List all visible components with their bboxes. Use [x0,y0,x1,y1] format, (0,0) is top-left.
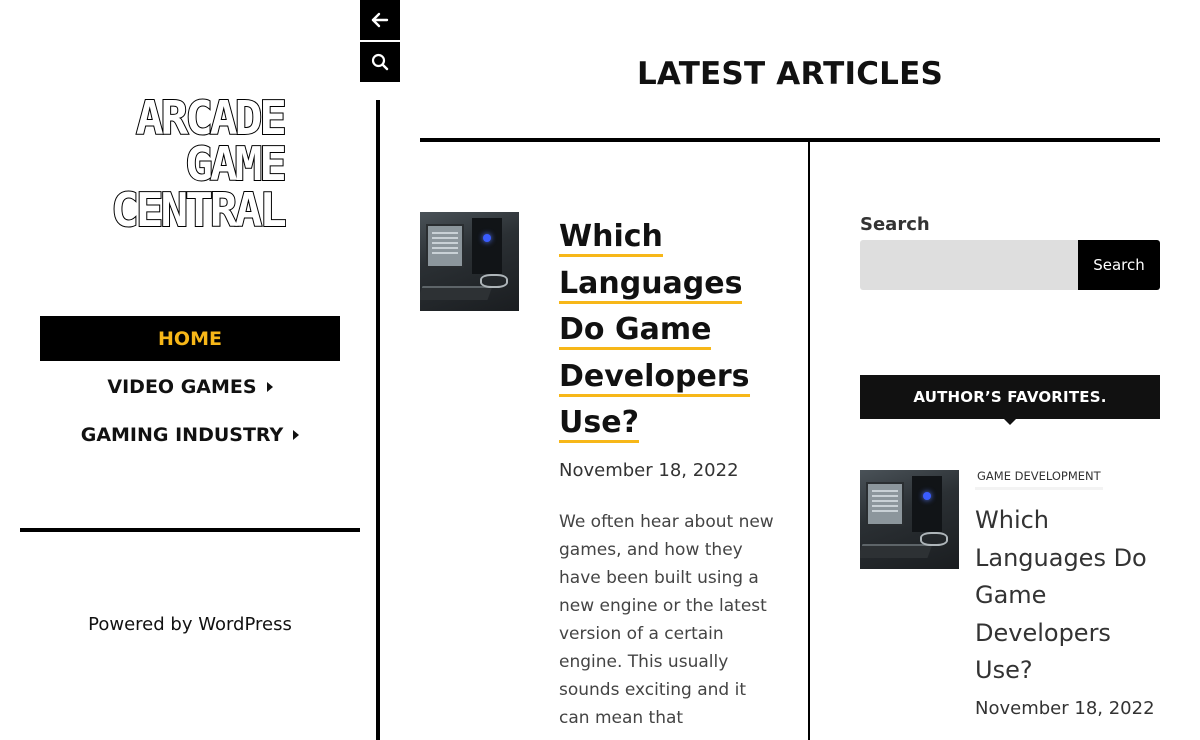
search-button[interactable]: Search [1078,240,1160,290]
title-divider [420,138,1160,142]
article-thumbnail[interactable] [420,212,519,311]
nav-item-home[interactable]: HOME [40,316,340,361]
article-title-link[interactable]: Which Languages Do Game Developers Use? [559,214,799,447]
glasses-shape [920,532,948,546]
article-excerpt: We often hear about new games, and how t… [559,512,774,728]
article-title-line: Do Game [559,312,712,350]
tower-shape [912,476,942,532]
nav-item-label: GAMING INDUSTRY [80,423,284,446]
left-sidebar: ARCADE GAME CENTRAL HOME VIDEO GAMES GAM… [0,0,380,740]
caret-right-icon[interactable] [266,381,273,392]
main-nav: HOME VIDEO GAMES GAMING INDUSTRY [40,316,340,460]
monitor-shape [426,224,464,268]
glasses-shape [480,274,508,288]
article-title-line: Developers [559,358,750,397]
favorite-category-link[interactable]: GAME DEVELOPMENT [975,467,1103,490]
tower-shape [472,218,502,274]
led-shape [483,234,491,242]
column-divider [808,142,810,740]
favorite-date: November 18, 2022 [975,698,1155,719]
page-title: LATEST ARTICLES [636,56,944,92]
monitor-shape [866,482,904,526]
nav-item-label: HOME [158,327,222,350]
article-date: November 18, 2022 [559,460,739,481]
sidebar-vertical-divider [376,100,380,740]
favorites-heading-text: AUTHOR’S FAVORITES. [913,388,1107,406]
keyboard-shape [420,286,493,300]
led-shape [923,492,931,500]
favorites-heading-notch [1003,418,1017,425]
search-icon [371,53,389,71]
article-title-line: Languages [559,265,743,304]
powered-by-wordpress-link[interactable]: Powered by WordPress [20,614,360,635]
search-label: Search [860,214,930,235]
article-title-line: Use? [559,405,639,443]
nav-item-video-games[interactable]: VIDEO GAMES [40,364,340,409]
search-toggle-button[interactable] [360,42,400,82]
logo-line-3: CENTRAL [111,183,285,236]
nav-item-label: VIDEO GAMES [107,375,257,398]
caret-right-icon[interactable] [293,429,300,440]
site-logo[interactable]: ARCADE GAME CENTRAL [96,92,286,236]
keyboard-shape [860,544,933,558]
favorite-thumbnail[interactable] [860,470,959,569]
back-button[interactable] [360,0,400,40]
search-input[interactable] [860,240,1078,290]
favorite-title-link[interactable]: Which Languages Do Game Developers Use? [975,502,1160,690]
article-title-line: Which [559,219,663,257]
site-logo-graphic: ARCADE GAME CENTRAL [110,92,286,236]
nav-item-gaming-industry[interactable]: GAMING INDUSTRY [40,412,340,457]
favorites-heading: AUTHOR’S FAVORITES. [860,375,1160,419]
sidebar-divider [20,528,360,532]
arrow-left-icon [371,12,389,28]
